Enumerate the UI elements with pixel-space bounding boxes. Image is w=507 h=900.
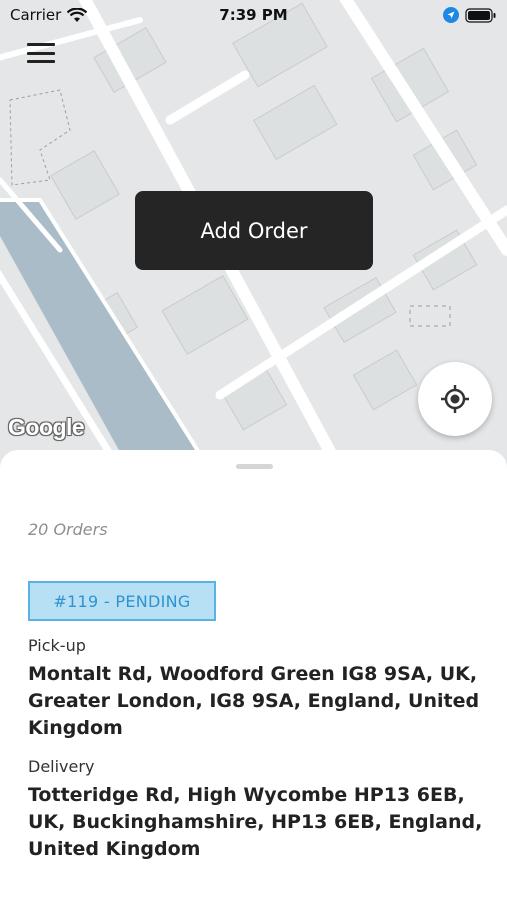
orders-count: 20 Orders [28,520,108,539]
delivery-address: Totteridge Rd, High Wycombe HP13 6EB, UK… [28,784,483,860]
add-order-button[interactable]: Add Order [135,191,373,270]
google-logo: Google [8,414,85,440]
status-bar: Carrier 7:39 PM [0,0,507,30]
sheet-grabber[interactable] [236,464,273,469]
order-status-badge: #119 - PENDING [28,581,216,621]
menu-icon[interactable] [26,40,56,66]
status-right-group [443,7,497,23]
locate-button[interactable] [418,362,492,436]
delivery-label: Delivery [28,757,95,776]
locate-icon [441,385,469,413]
carrier-group: Carrier [10,6,88,24]
orders-sheet[interactable]: 20 Orders #119 - PENDING Pick-up Montalt… [0,450,507,900]
battery-icon [465,7,496,23]
location-arrow-icon [443,7,459,23]
wifi-icon [67,7,88,22]
pickup-address: Montalt Rd, Woodford Green IG8 9SA, UK, … [28,663,480,739]
pickup-label: Pick-up [28,636,86,655]
map-view[interactable]: Carrier 7:39 PM Add Order Google [0,0,507,470]
carrier-label: Carrier [10,6,62,24]
